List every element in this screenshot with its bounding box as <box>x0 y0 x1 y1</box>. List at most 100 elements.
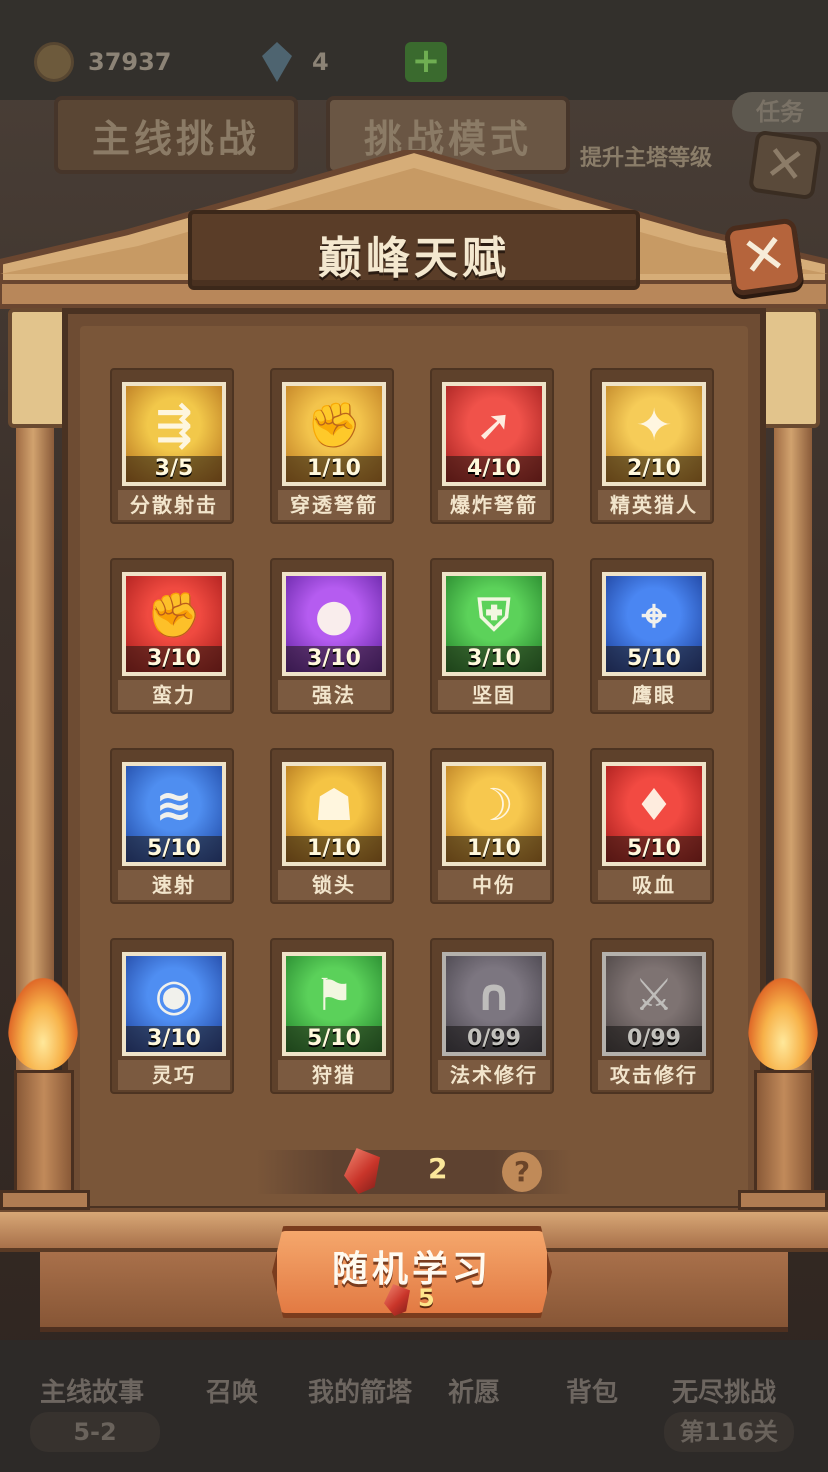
talent-icon: ✦ 2/10 <box>602 382 706 486</box>
talent-glyph-icon: ✊ <box>146 590 202 641</box>
talent-icon: ⛨ 3/10 <box>442 572 546 676</box>
right-flame-icon <box>748 978 818 1070</box>
talent-name: 吸血 <box>598 870 710 900</box>
talent-name: 分散射击 <box>118 490 230 520</box>
talent-level: 3/10 <box>286 646 382 672</box>
talent-glyph-icon: ✦ <box>635 399 673 451</box>
talent-icon: ☽ 1/10 <box>442 762 546 866</box>
talent-card[interactable]: ⇶ 3/5 分散射击 <box>110 368 234 524</box>
gem-icon <box>262 42 292 82</box>
talent-icon: ✊ 1/10 <box>282 382 386 486</box>
talent-name: 中伤 <box>438 870 550 900</box>
talent-level: 5/10 <box>286 1026 382 1052</box>
talent-card[interactable]: ∩ 0/99 法术修行 <box>430 938 554 1094</box>
talent-name: 鹰眼 <box>598 680 710 710</box>
nav-backpack[interactable]: 背包 <box>566 1372 618 1409</box>
nav-wish[interactable]: 祈愿 <box>448 1372 500 1409</box>
talent-level: 3/10 <box>126 1026 222 1052</box>
talent-level: 1/10 <box>286 836 382 862</box>
talent-level: 5/10 <box>606 646 702 672</box>
talent-level: 0/99 <box>446 1026 542 1052</box>
talent-card[interactable]: ⚔ 0/99 攻击修行 <box>590 938 714 1094</box>
coin-icon <box>34 42 74 82</box>
talent-glyph-icon: ● <box>314 589 354 641</box>
help-icon[interactable]: ? <box>502 1152 542 1192</box>
talent-name: 爆炸弩箭 <box>438 490 550 520</box>
talent-card[interactable]: ◉ 3/10 灵巧 <box>110 938 234 1094</box>
top-resource-bar: 37937 4 + <box>0 0 828 100</box>
coin-resource: 37937 <box>34 40 172 84</box>
talent-name: 速射 <box>118 870 230 900</box>
talent-card[interactable]: ⛨ 3/10 坚固 <box>430 558 554 714</box>
talent-name: 强法 <box>278 680 390 710</box>
talent-level: 2/10 <box>606 456 702 482</box>
right-torch-pillar <box>754 1070 814 1194</box>
left-torch-pillar <box>14 1070 74 1194</box>
talent-glyph-icon: ✊ <box>306 400 362 451</box>
nav-endless[interactable]: 无尽挑战 <box>672 1372 776 1409</box>
talent-card[interactable]: ● 3/10 强法 <box>270 558 394 714</box>
nav-my-tower[interactable]: 我的箭塔 <box>308 1372 412 1409</box>
talent-icon: ● 3/10 <box>282 572 386 676</box>
talent-icon: ∩ 0/99 <box>442 952 546 1056</box>
nav-main-story[interactable]: 主线故事 <box>40 1372 144 1409</box>
talent-card[interactable]: ☗ 1/10 锁头 <box>270 748 394 904</box>
talent-name: 攻击修行 <box>598 1060 710 1090</box>
talent-icon: ✊ 3/10 <box>122 572 226 676</box>
talent-icon: ➚ 4/10 <box>442 382 546 486</box>
talent-level: 1/10 <box>446 836 542 862</box>
talent-icon: ⚔ 0/99 <box>602 952 706 1056</box>
talent-name: 法术修行 <box>438 1060 550 1090</box>
talent-name: 蛮力 <box>118 680 230 710</box>
talent-glyph-icon: ⚑ <box>314 969 354 1021</box>
gem-resource: 4 <box>262 40 329 84</box>
talent-icon: ☗ 1/10 <box>282 762 386 866</box>
nav-summon[interactable]: 召唤 <box>206 1372 258 1409</box>
talent-level: 5/10 <box>606 836 702 862</box>
talent-glyph-icon: ◉ <box>154 969 194 1021</box>
talent-card[interactable]: ⚑ 5/10 狩猎 <box>270 938 394 1094</box>
talent-level: 3/10 <box>126 646 222 672</box>
nav-endless-level: 第116关 <box>664 1412 794 1452</box>
talent-card[interactable]: ✊ 3/10 蛮力 <box>110 558 234 714</box>
talent-glyph-icon: ☗ <box>314 779 354 831</box>
talent-card[interactable]: ✦ 2/10 精英猎人 <box>590 368 714 524</box>
talent-glyph-icon: ∩ <box>476 969 512 1021</box>
talent-name: 狩猎 <box>278 1060 390 1090</box>
talent-icon: ⚑ 5/10 <box>282 952 386 1056</box>
talent-level: 3/5 <box>126 456 222 482</box>
talent-card[interactable]: ☽ 1/10 中伤 <box>430 748 554 904</box>
talent-name: 锁头 <box>278 870 390 900</box>
talent-level: 4/10 <box>446 456 542 482</box>
talent-card[interactable]: ≋ 5/10 速射 <box>110 748 234 904</box>
random-learn-label: 随机学习 <box>331 1249 492 1290</box>
talent-glyph-icon: ⌖ <box>641 589 667 641</box>
talent-icon: ♦ 5/10 <box>602 762 706 866</box>
learn-cost: 5 <box>418 1284 435 1312</box>
right-pedestal <box>738 1190 828 1210</box>
talent-glyph-icon: ♦ <box>634 779 674 831</box>
talent-card[interactable]: ♦ 5/10 吸血 <box>590 748 714 904</box>
nav-main-story-stage: 5-2 <box>30 1412 160 1452</box>
talent-level: 0/99 <box>606 1026 702 1052</box>
talent-card[interactable]: ✊ 1/10 穿透弩箭 <box>270 368 394 524</box>
gem-count: 4 <box>312 48 329 76</box>
talent-card[interactable]: ➚ 4/10 爆炸弩箭 <box>430 368 554 524</box>
talent-glyph-icon: ⇶ <box>155 399 193 451</box>
close-icon[interactable]: ✕ <box>723 217 805 297</box>
add-gems-button[interactable]: + <box>405 42 447 82</box>
talent-level: 1/10 <box>286 456 382 482</box>
talent-glyph-icon: ➚ <box>475 399 513 451</box>
left-flame-icon <box>8 978 78 1070</box>
talent-glyph-icon: ≋ <box>155 779 193 831</box>
coin-count: 37937 <box>88 48 172 76</box>
talent-level: 5/10 <box>126 836 222 862</box>
crystal-count: 2 <box>428 1152 448 1185</box>
task-button[interactable]: 任务 <box>732 92 828 132</box>
left-pedestal <box>0 1190 90 1210</box>
talent-icon: ◉ 3/10 <box>122 952 226 1056</box>
talent-card[interactable]: ⌖ 5/10 鹰眼 <box>590 558 714 714</box>
talent-name: 坚固 <box>438 680 550 710</box>
talent-icon: ⌖ 5/10 <box>602 572 706 676</box>
talent-icon: ≋ 5/10 <box>122 762 226 866</box>
